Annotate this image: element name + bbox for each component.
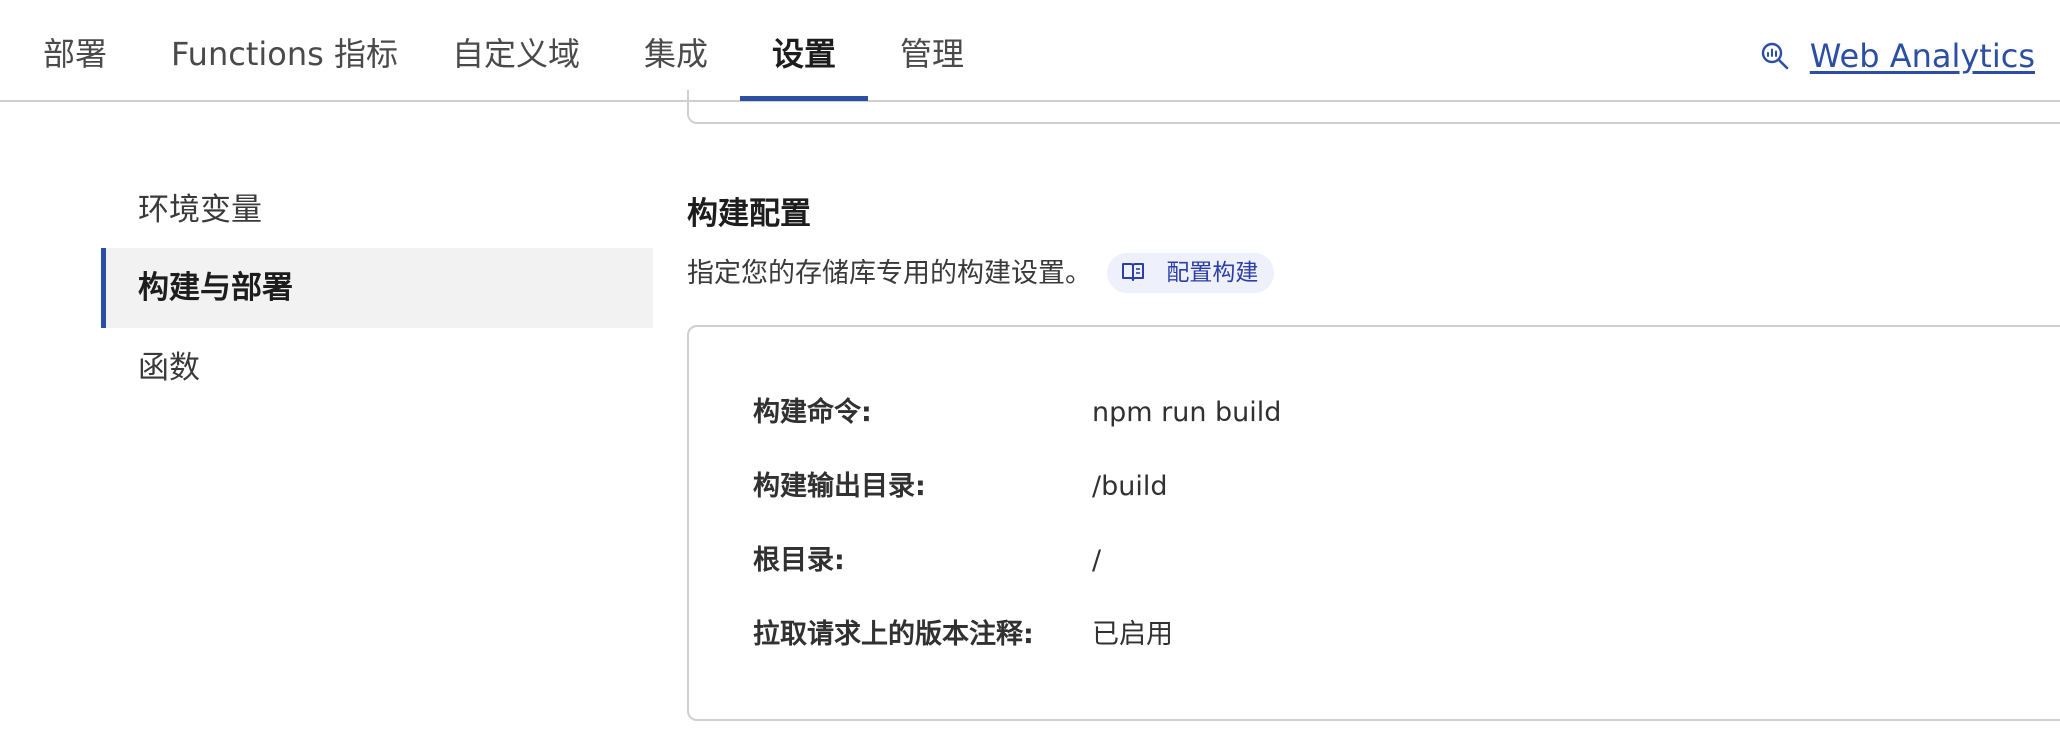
- tab-manage[interactable]: 管理: [900, 30, 964, 78]
- tab-custom-domains[interactable]: 自定义域: [452, 30, 580, 78]
- section-description: 指定您的存储库专用的构建设置。: [687, 258, 1092, 289]
- section-title: 构建配置: [687, 196, 811, 232]
- previous-card-edge: [687, 90, 2060, 124]
- web-analytics-label: Web Analytics: [1809, 37, 2035, 75]
- sidebar-item-environment-variables[interactable]: 环境变量: [101, 170, 653, 250]
- root-dir-label: 根目录:: [753, 545, 845, 576]
- configure-build-docs-link[interactable]: 配置构建: [1107, 253, 1275, 293]
- sidebar-item-label: 环境变量: [138, 192, 262, 228]
- sidebar-item-label: 构建与部署: [138, 270, 293, 306]
- build-command-label: 构建命令:: [753, 397, 872, 428]
- pr-comments-label: 拉取请求上的版本注释:: [753, 619, 1034, 650]
- tab-functions-metrics[interactable]: Functions 指标: [171, 30, 398, 78]
- build-output-dir-label: 构建输出目录:: [753, 471, 926, 502]
- pr-comments-value: 已启用: [1092, 619, 1173, 650]
- analytics-search-icon: [1760, 37, 1810, 75]
- sidebar-item-functions[interactable]: 函数: [101, 328, 653, 408]
- web-analytics-link[interactable]: Web Analytics: [1760, 34, 2035, 78]
- build-command-value: npm run build: [1092, 397, 1282, 428]
- book-icon: [1121, 260, 1166, 286]
- configure-build-label: 配置构建: [1166, 260, 1259, 286]
- tab-integrations[interactable]: 集成: [644, 30, 708, 78]
- tab-deployments[interactable]: 部署: [43, 30, 107, 78]
- sidebar-item-build-and-deploy[interactable]: 构建与部署: [101, 248, 653, 328]
- root-dir-value: /: [1092, 545, 1102, 576]
- tab-settings[interactable]: 设置: [772, 30, 836, 78]
- build-output-dir-value: /build: [1092, 471, 1168, 502]
- top-navigation: 部署 Functions 指标 自定义域 集成 设置 管理 Web Analyt…: [0, 0, 2060, 102]
- sidebar-item-label: 函数: [138, 350, 200, 386]
- build-settings-card: [687, 325, 2060, 721]
